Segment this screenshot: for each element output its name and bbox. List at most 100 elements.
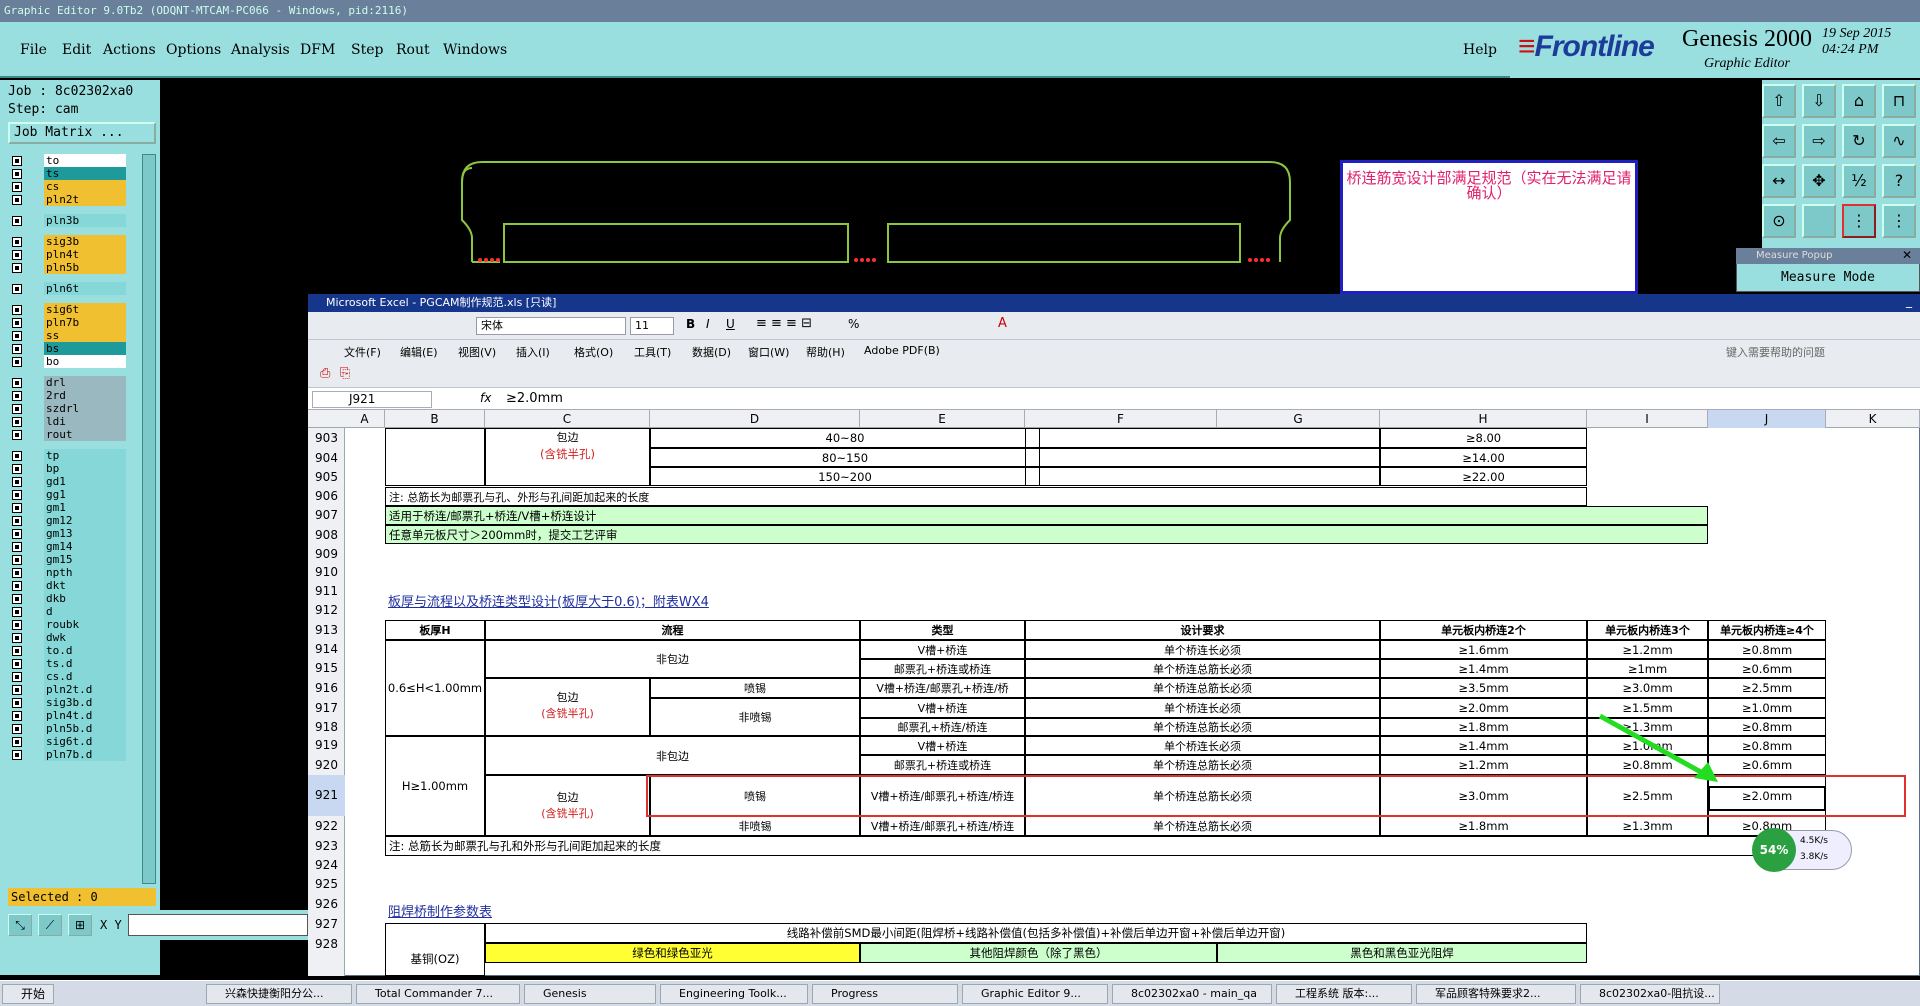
stairs-icon[interactable]: ⊓: [1882, 84, 1916, 118]
layer-name[interactable]: roubk: [44, 618, 126, 631]
cell-thickness[interactable]: 0.6≤H<1.00mm: [385, 640, 485, 736]
layer-name[interactable]: pln7b: [44, 316, 126, 329]
menu-dfm[interactable]: DFM: [300, 42, 335, 58]
layer-row[interactable]: gm14: [8, 540, 130, 554]
layer-checkbox[interactable]: [12, 156, 22, 166]
excel-menu-file[interactable]: 文件(F): [344, 344, 381, 360]
layer-checkbox[interactable]: [12, 464, 22, 474]
layer-checkbox[interactable]: [12, 607, 22, 617]
zoom-icon[interactable]: ⤡: [8, 914, 32, 936]
row-header[interactable]: 909: [308, 545, 345, 563]
cell-requirement[interactable]: 单个桥连长必须: [1025, 640, 1380, 659]
column-header[interactable]: K: [1826, 410, 1920, 428]
pdf-convert-icon[interactable]: ⎙: [320, 366, 330, 381]
cell-process[interactable]: 非喷锡: [650, 698, 860, 736]
menu-edit[interactable]: Edit: [62, 42, 91, 58]
layer-row[interactable]: npth: [8, 566, 130, 580]
layer-row[interactable]: to: [8, 154, 130, 168]
layer-checkbox[interactable]: [12, 555, 22, 565]
pdf-mail-icon[interactable]: ⎘: [340, 366, 350, 381]
layer-name[interactable]: gd1: [44, 475, 126, 488]
layer-name[interactable]: pln5b: [44, 261, 126, 274]
layer-checkbox[interactable]: [12, 490, 22, 500]
download-icon[interactable]: ⇩: [1802, 84, 1836, 118]
layer-checkbox[interactable]: [12, 169, 22, 179]
layer-name[interactable]: pln4t: [44, 248, 126, 261]
cell-value[interactable]: ≥1.4mm: [1380, 736, 1587, 755]
layer-checkbox[interactable]: [12, 529, 22, 539]
components-icon[interactable]: ⋮: [1882, 204, 1916, 238]
cell-value[interactable]: ≥1mm: [1587, 659, 1708, 678]
layer-row[interactable]: pln2t: [8, 193, 130, 207]
layer-row[interactable]: sig3b: [8, 235, 130, 249]
layer-name[interactable]: npth: [44, 566, 126, 579]
start-button[interactable]: 开始: [2, 984, 54, 1004]
layer-checkbox[interactable]: [12, 620, 22, 630]
cell-requirement[interactable]: 单个桥连总筋长必须: [1025, 678, 1380, 698]
excel-menu-view[interactable]: 视图(V): [458, 344, 496, 360]
layer-name[interactable]: pln7b.d: [44, 748, 126, 761]
layer-checkbox[interactable]: [12, 451, 22, 461]
layers-icon[interactable]: ⋮: [1842, 204, 1876, 238]
menu-rout[interactable]: Rout: [396, 42, 430, 58]
cell-requirement[interactable]: 单个桥连长必须: [1025, 698, 1380, 718]
excel-menu-data[interactable]: 数据(D): [692, 344, 731, 360]
cell-value[interactable]: ≥1.6mm: [1380, 640, 1587, 659]
layer-checkbox[interactable]: [12, 417, 22, 427]
layer-row[interactable]: cs: [8, 180, 130, 194]
underline-button[interactable]: U: [726, 317, 735, 331]
column-header[interactable]: F: [1025, 410, 1217, 428]
cell-process[interactable]: 喷锡: [650, 678, 860, 698]
cell-type[interactable]: V槽+桥连: [860, 698, 1025, 718]
menu-options[interactable]: Options: [166, 42, 221, 58]
layer-name[interactable]: gm13: [44, 527, 126, 540]
layer-row[interactable]: pln4t.d: [8, 709, 130, 723]
row-header[interactable]: 911: [308, 582, 345, 601]
row-header[interactable]: 921: [308, 775, 345, 816]
row-header[interactable]: 907: [308, 506, 345, 525]
layer-row[interactable]: sig6t.d: [8, 735, 130, 749]
cell-type[interactable]: V槽+桥连: [860, 736, 1025, 755]
cell-process[interactable]: 非包边: [485, 640, 860, 678]
taskbar-item[interactable]: 8c02302xa0 - main_qa: [1112, 984, 1272, 1004]
font-color-icon[interactable]: A: [998, 316, 1007, 331]
layer-row[interactable]: ldi: [8, 415, 130, 429]
layer-name[interactable]: dkt: [44, 579, 126, 592]
cell-header[interactable]: 基铜(OZ): [385, 944, 485, 974]
cell-process[interactable]: (含铣半孔): [485, 706, 650, 720]
layer-row[interactable]: gm13: [8, 527, 130, 541]
layer-name[interactable]: to.d: [44, 644, 126, 657]
layer-name[interactable]: pln2t.d: [44, 683, 126, 696]
cell-header[interactable]: 黑色和黑色亚光阻焊: [1217, 943, 1587, 963]
layer-row[interactable]: pln4t: [8, 248, 130, 262]
menu-help[interactable]: Help: [1463, 42, 1497, 58]
row-header[interactable]: 903: [308, 428, 345, 448]
cell-note[interactable]: 任意单元板尺寸＞200mm时，提交工艺评审: [385, 525, 1708, 544]
excel-menu-edit[interactable]: 编辑(E): [400, 344, 438, 360]
taskbar-item[interactable]: 8c02302xa0-阻抗设...: [1580, 984, 1720, 1004]
taskbar-item[interactable]: 兴森快捷衡阳分公...: [206, 984, 352, 1004]
layer-row[interactable]: bo: [8, 355, 130, 369]
layer-checkbox[interactable]: [12, 404, 22, 414]
layer-checkbox[interactable]: [12, 216, 22, 226]
row-header[interactable]: 917: [308, 698, 345, 718]
cell-type[interactable]: V槽+桥连: [860, 640, 1025, 659]
measure-icon[interactable]: ⟋: [38, 914, 62, 936]
taskbar-item[interactable]: 军品顾客特殊要求2...: [1416, 984, 1576, 1004]
layer-checkbox[interactable]: [12, 685, 22, 695]
fx-icon[interactable]: fx: [480, 391, 491, 405]
layer-checkbox[interactable]: [12, 344, 22, 354]
row-header[interactable]: 914: [308, 640, 345, 659]
layer-row[interactable]: drl: [8, 376, 130, 390]
cell-thickness[interactable]: H≥1.00mm: [385, 736, 485, 836]
layer-name[interactable]: gg1: [44, 488, 126, 501]
percent-button[interactable]: %: [848, 317, 859, 331]
layer-checkbox[interactable]: [12, 659, 22, 669]
layer-name[interactable]: bs: [44, 342, 126, 355]
font-size-select[interactable]: 11: [630, 317, 674, 335]
help-search-input[interactable]: 键入需要帮助的问题: [1726, 344, 1825, 360]
layer-row[interactable]: roubk: [8, 618, 130, 632]
row-header[interactable]: 912: [308, 601, 345, 620]
layer-row[interactable]: pln3b: [8, 214, 130, 228]
cell-value[interactable]: ≥1.2mm: [1587, 640, 1708, 659]
